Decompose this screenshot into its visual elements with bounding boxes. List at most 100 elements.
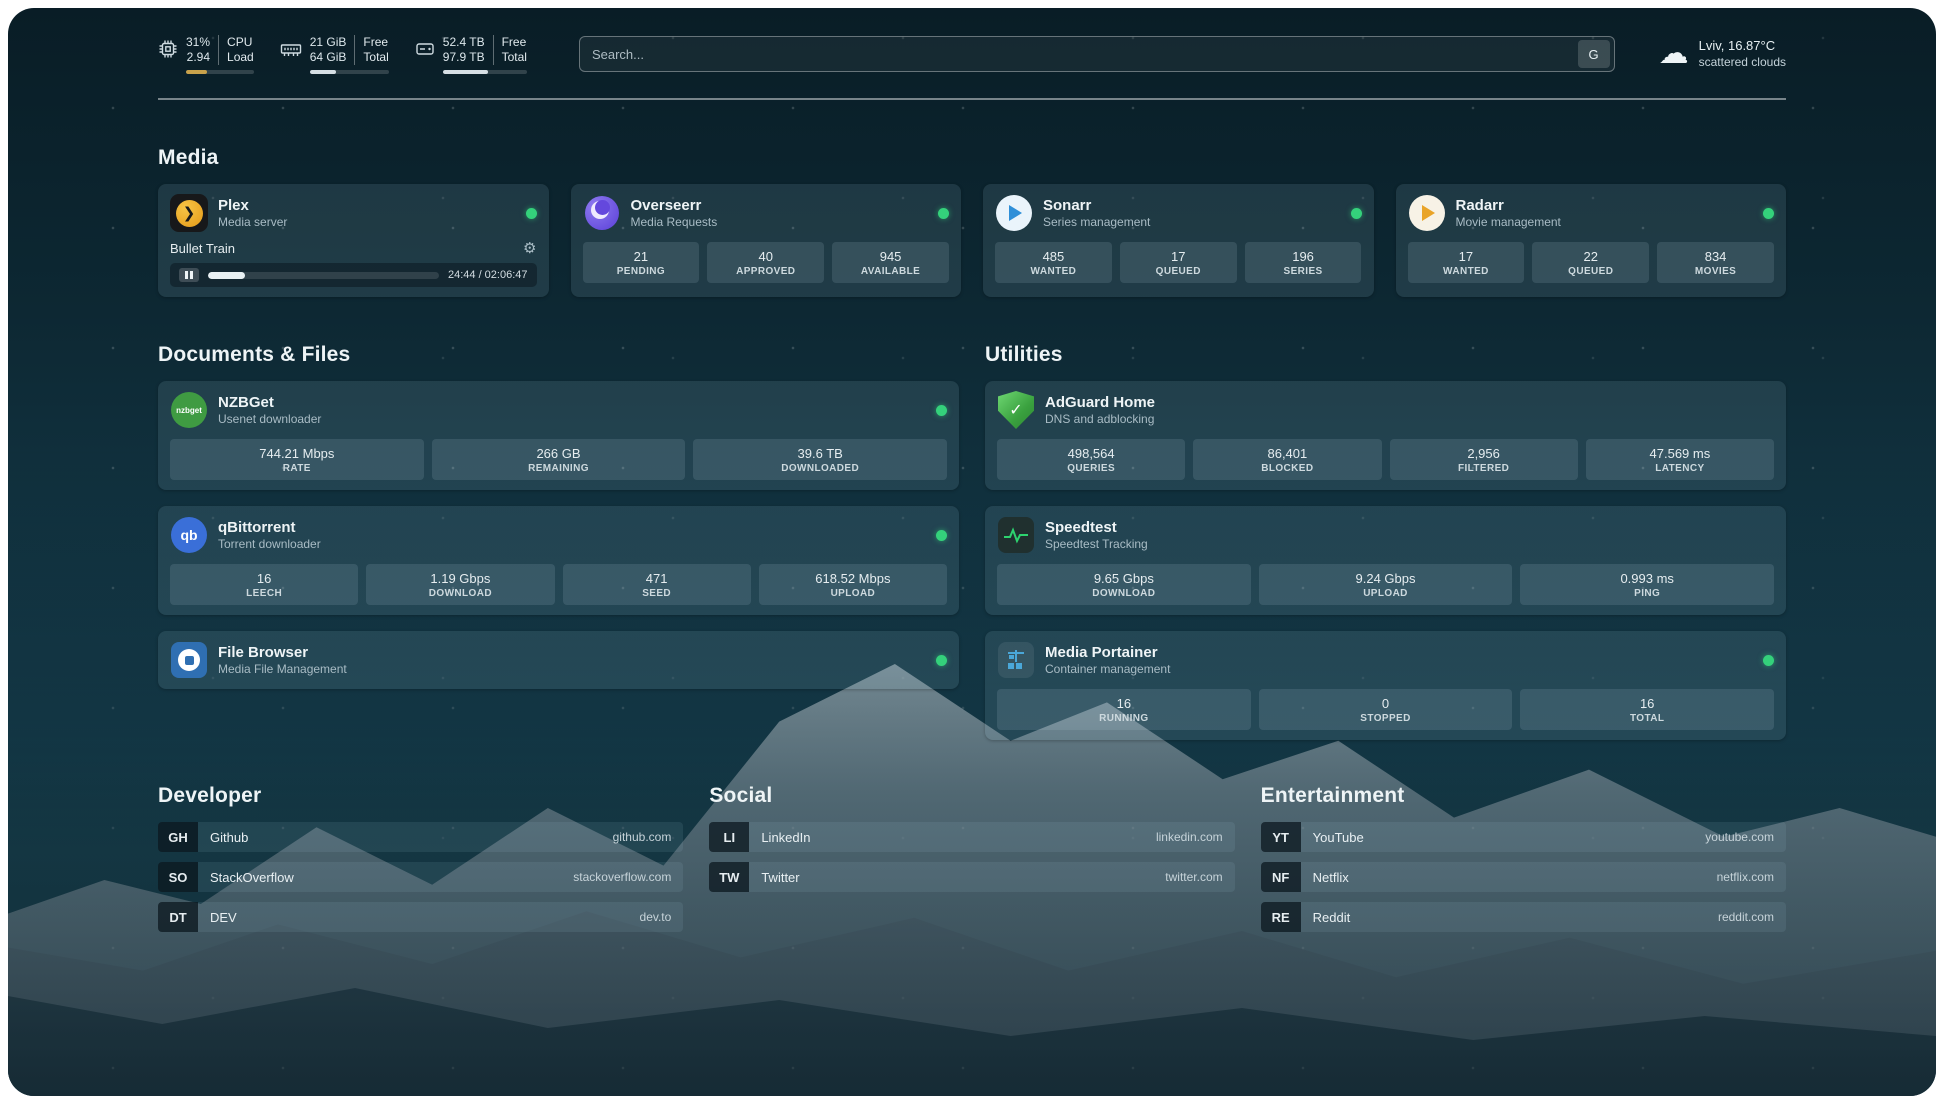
nzbget-icon: nzbget <box>170 391 208 429</box>
plex-player: 24:44 / 02:06:47 <box>170 263 537 287</box>
service-card-qbittorrent[interactable]: qb qBittorrent Torrent downloader 16LEEC… <box>158 506 959 615</box>
bookmark-url: github.com <box>613 830 672 844</box>
stat-rate: 744.21 MbpsRATE <box>170 439 424 480</box>
dashboard-content: 31% 2.94 CPU Load <box>8 30 1936 932</box>
section-title-developer: Developer <box>158 784 683 808</box>
qbittorrent-icon: qb <box>170 516 208 554</box>
bookmark-url: dev.to <box>640 910 672 924</box>
service-card-nzbget[interactable]: nzbget NZBGet Usenet downloader 744.21 M… <box>158 381 959 490</box>
weather-widget: ☁ Lviv, 16.87°C scattered clouds <box>1659 37 1786 71</box>
bookmark-linkedin[interactable]: LI LinkedIn linkedin.com <box>709 822 1234 852</box>
cpu-icon <box>158 39 178 59</box>
service-card-overseerr[interactable]: Overseerr Media Requests 21PENDING 40APP… <box>571 184 962 297</box>
gear-icon[interactable]: ⚙ <box>523 241 536 256</box>
search-provider-button[interactable]: G <box>1578 40 1610 68</box>
stat-latency: 47.569 msLATENCY <box>1586 439 1774 480</box>
middle-columns: Documents & Files nzbget NZBGet Usenet d… <box>158 297 1786 740</box>
bookmark-name: Twitter <box>761 870 799 885</box>
status-dot <box>936 655 947 666</box>
playback-time: 24:44 / 02:06:47 <box>448 269 528 281</box>
ram-total-value: 64 GiB <box>310 50 347 65</box>
service-card-radarr[interactable]: Radarr Movie management 17WANTED 22QUEUE… <box>1396 184 1787 297</box>
playback-progress-track[interactable] <box>208 272 439 279</box>
stat-filtered: 2,956FILTERED <box>1390 439 1578 480</box>
stat-blocked: 86,401BLOCKED <box>1193 439 1381 480</box>
status-dot <box>1763 655 1774 666</box>
service-card-filebrowser[interactable]: File Browser Media File Management <box>158 631 959 689</box>
plex-icon: ❯ <box>170 194 208 232</box>
stat-wanted: 17WANTED <box>1408 242 1525 283</box>
weather-condition: scattered clouds <box>1699 54 1786 71</box>
service-card-sonarr[interactable]: Sonarr Series management 485WANTED 17QUE… <box>983 184 1374 297</box>
status-dot <box>526 208 537 219</box>
status-dot <box>936 405 947 416</box>
bookmark-abbr: YT <box>1261 822 1301 852</box>
service-card-speedtest[interactable]: Speedtest Speedtest Tracking 9.65 GbpsDO… <box>985 506 1786 615</box>
bookmark-youtube[interactable]: YT YouTube youtube.com <box>1261 822 1786 852</box>
status-dot <box>938 208 949 219</box>
service-desc: Series management <box>1043 215 1150 230</box>
service-name: File Browser <box>218 643 347 662</box>
cpu-percent: 31% <box>186 35 210 50</box>
service-card-adguard[interactable]: ✓ AdGuard Home DNS and adblocking 498,56… <box>985 381 1786 490</box>
bookmark-twitter[interactable]: TW Twitter twitter.com <box>709 862 1234 892</box>
stat-remaining: 266 GBREMAINING <box>432 439 686 480</box>
disk-total-value: 97.9 TB <box>443 50 485 65</box>
stat-running: 16RUNNING <box>997 689 1251 730</box>
service-desc: Torrent downloader <box>218 537 321 552</box>
bookmark-url: stackoverflow.com <box>573 870 671 884</box>
section-title-documents: Documents & Files <box>158 343 959 367</box>
section-title-entertainment: Entertainment <box>1261 784 1786 808</box>
dashboard-window: 31% 2.94 CPU Load <box>8 8 1936 1096</box>
bookmark-name: DEV <box>210 910 237 925</box>
cpu-load-label: Load <box>227 50 254 65</box>
bookmark-netflix[interactable]: NF Netflix netflix.com <box>1261 862 1786 892</box>
stat-queries: 498,564QUERIES <box>997 439 1185 480</box>
service-desc: Usenet downloader <box>218 412 321 427</box>
service-desc: Media Requests <box>631 215 718 230</box>
search-input[interactable] <box>592 47 1578 62</box>
status-dot <box>1763 208 1774 219</box>
disk-free-label: Free <box>502 35 527 50</box>
bookmark-name: Netflix <box>1313 870 1349 885</box>
disk-total-label: Total <box>502 50 527 65</box>
bookmark-dev[interactable]: DT DEV dev.to <box>158 902 683 932</box>
bookmarks-section: Developer GH Github github.com SO StackO… <box>158 784 1786 932</box>
bookmark-reddit[interactable]: RE Reddit reddit.com <box>1261 902 1786 932</box>
cpu-label: CPU <box>227 35 254 50</box>
media-grid: ❯ Plex Media server Bullet Train ⚙ 24:44… <box>158 184 1786 297</box>
stat-upload: 618.52 MbpsUPLOAD <box>759 564 947 605</box>
bookmark-group-developer: Developer GH Github github.com SO StackO… <box>158 784 683 932</box>
stat-total: 16TOTAL <box>1520 689 1774 730</box>
service-card-plex[interactable]: ❯ Plex Media server Bullet Train ⚙ 24:44… <box>158 184 549 297</box>
pause-button[interactable] <box>179 268 199 282</box>
stat-leech: 16LEECH <box>170 564 358 605</box>
bookmark-stackoverflow[interactable]: SO StackOverflow stackoverflow.com <box>158 862 683 892</box>
service-name: AdGuard Home <box>1045 393 1155 412</box>
service-card-portainer[interactable]: Media Portainer Container management 16R… <box>985 631 1786 740</box>
top-bar: 31% 2.94 CPU Load <box>158 30 1786 78</box>
header-divider <box>158 98 1786 100</box>
weather-location: Lviv, 16.87°C <box>1699 37 1786 54</box>
sonarr-icon <box>995 194 1033 232</box>
bookmark-github[interactable]: GH Github github.com <box>158 822 683 852</box>
search-bar: G <box>579 36 1615 72</box>
bookmark-abbr: GH <box>158 822 198 852</box>
bookmark-name: StackOverflow <box>210 870 294 885</box>
stat-queued: 22QUEUED <box>1532 242 1649 283</box>
stat-stopped: 0STOPPED <box>1259 689 1513 730</box>
status-dot <box>1351 208 1362 219</box>
service-name: Radarr <box>1456 196 1561 215</box>
portainer-icon <box>997 641 1035 679</box>
cloud-icon: ☁ <box>1659 39 1689 69</box>
utilities-column: Utilities ✓ AdGuard Home DNS and adblock… <box>985 297 1786 740</box>
cpu-progress-fill <box>186 70 207 74</box>
stat-approved: 40APPROVED <box>707 242 824 283</box>
overseerr-icon <box>583 194 621 232</box>
adguard-icon: ✓ <box>997 391 1035 429</box>
cpu-metric: 31% 2.94 CPU Load <box>158 35 254 74</box>
service-desc: Media server <box>218 215 287 230</box>
stat-download: 1.19 GbpsDOWNLOAD <box>366 564 554 605</box>
stat-wanted: 485WANTED <box>995 242 1112 283</box>
ram-free-label: Free <box>363 35 388 50</box>
